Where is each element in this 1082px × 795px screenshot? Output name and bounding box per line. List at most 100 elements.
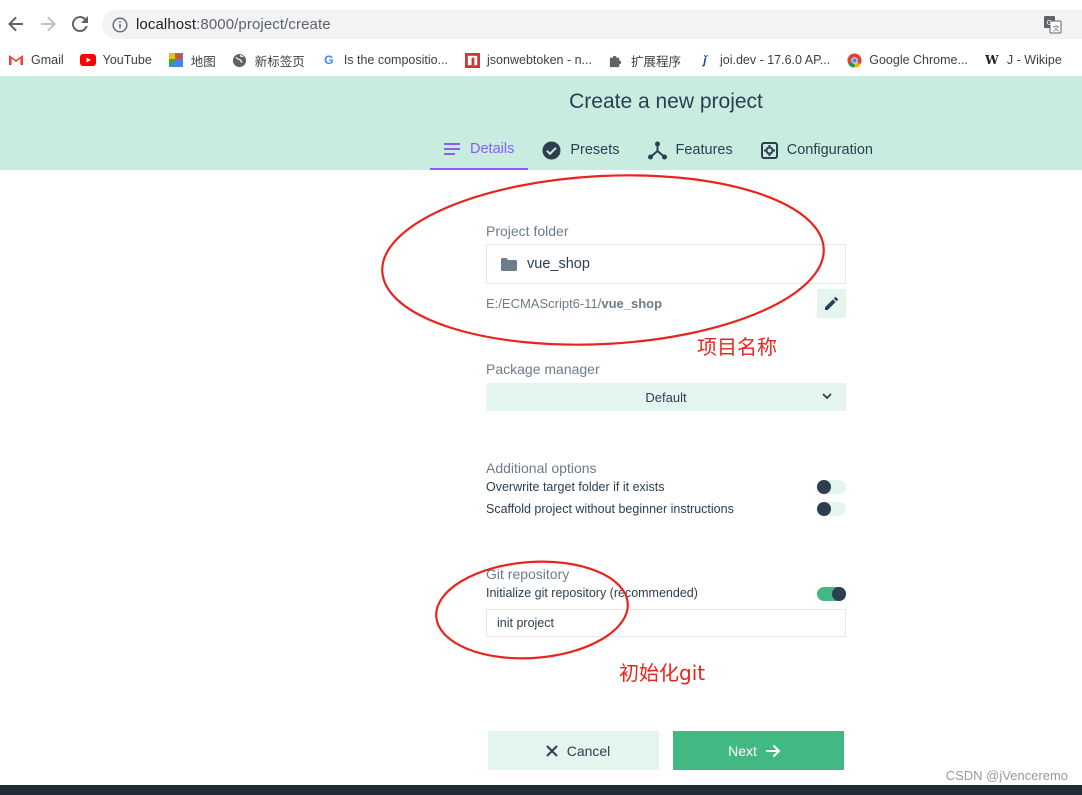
toggle-knob bbox=[817, 480, 831, 494]
git-repository-label: Git repository bbox=[486, 566, 570, 582]
chevron-down-icon bbox=[822, 393, 832, 400]
folder-annotation-text: 项目名称 bbox=[697, 335, 777, 359]
youtube-icon bbox=[79, 52, 96, 68]
bookmark-label: jsonwebtoken - n... bbox=[487, 53, 592, 67]
google-icon: G bbox=[324, 53, 334, 67]
option-git-init: Initialize git repository (recommended) bbox=[486, 584, 846, 604]
git-init-label: Initialize git repository (recommended) bbox=[486, 586, 698, 600]
bookmark-jsonwebtoken[interactable]: jsonwebtoken - n... bbox=[464, 52, 592, 68]
additional-options-label: Additional options bbox=[486, 460, 597, 476]
globe-icon bbox=[232, 52, 248, 68]
translate-icon[interactable]: G文 bbox=[1043, 15, 1062, 34]
toggle-knob bbox=[817, 502, 831, 516]
next-button[interactable]: Next bbox=[673, 731, 844, 770]
watermark: CSDN @jVenceremo bbox=[945, 768, 1068, 783]
bookmark-extensions[interactable]: 扩展程序 bbox=[608, 51, 681, 70]
bookmark-chrome[interactable]: Google Chrome... bbox=[846, 52, 968, 68]
project-path: E:/ECMAScript6-11/vue_shop bbox=[486, 296, 662, 311]
bookmark-label: J - Wikipe bbox=[1006, 53, 1062, 67]
bookmark-label: joi.dev - 17.6.0 AP... bbox=[719, 53, 831, 67]
npm-icon bbox=[464, 52, 480, 68]
tab-label: Presets bbox=[570, 142, 620, 158]
reload-button[interactable] bbox=[69, 13, 91, 35]
url-path: :8000/project/create bbox=[196, 16, 331, 33]
project-folder-input[interactable]: vue_shop bbox=[486, 244, 846, 284]
bookmark-wikipedia[interactable]: W J - Wikipe bbox=[984, 52, 1062, 68]
arrow-right-icon bbox=[41, 16, 56, 32]
url-text: localhost:8000/project/create bbox=[136, 16, 331, 33]
commit-message-input[interactable]: init project bbox=[486, 609, 846, 637]
maps-icon bbox=[168, 52, 184, 68]
option-overwrite: Overwrite target folder if it exists bbox=[486, 478, 846, 498]
edit-path-button[interactable] bbox=[817, 289, 846, 318]
page-title: Create a new project bbox=[569, 90, 763, 113]
commit-message-value: init project bbox=[497, 616, 554, 630]
bookmarks-bar: Gmail YouTube 地图 新标签页 G Is the compositi… bbox=[0, 46, 1082, 74]
svg-text:G: G bbox=[1047, 19, 1052, 27]
git-init-toggle[interactable] bbox=[817, 587, 846, 601]
git-annotation-text: 初始化git bbox=[619, 661, 706, 685]
os-taskbar bbox=[0, 785, 1082, 795]
path-name: vue_shop bbox=[601, 296, 663, 311]
bookmark-joi[interactable]: ǰ joi.dev - 17.6.0 AP... bbox=[697, 52, 830, 68]
info-icon bbox=[112, 16, 128, 33]
tab-presets[interactable]: Presets bbox=[528, 130, 633, 170]
svg-text:文: 文 bbox=[1053, 24, 1060, 33]
back-button[interactable] bbox=[5, 13, 27, 35]
bookmark-youtube[interactable]: YouTube bbox=[79, 52, 152, 68]
joi-icon: ǰ bbox=[703, 53, 707, 67]
tab-configuration[interactable]: Configuration bbox=[747, 130, 887, 170]
forward-button[interactable] bbox=[37, 13, 59, 35]
cancel-button[interactable]: Cancel bbox=[488, 731, 659, 770]
bookmark-composition[interactable]: G Is the compositio... bbox=[321, 52, 448, 68]
bookmark-label: Is the compositio... bbox=[343, 53, 449, 67]
url-host: localhost bbox=[136, 16, 197, 33]
tab-features[interactable]: Features bbox=[634, 130, 747, 170]
address-bar[interactable]: localhost:8000/project/create G文 bbox=[102, 10, 1082, 39]
package-manager-value: Default bbox=[645, 389, 687, 405]
bookmark-label: 地图 bbox=[190, 54, 216, 69]
overwrite-toggle[interactable] bbox=[817, 480, 846, 494]
reload-icon bbox=[71, 16, 88, 33]
page-header: Create a new project Details Presets Fea… bbox=[0, 76, 1082, 170]
option-overwrite-label: Overwrite target folder if it exists bbox=[486, 480, 665, 494]
bookmark-label: 新标签页 bbox=[254, 54, 305, 69]
folder-icon bbox=[501, 257, 517, 271]
chrome-icon bbox=[846, 52, 862, 68]
puzzle-icon bbox=[608, 52, 624, 68]
bookmark-gmail[interactable]: Gmail bbox=[8, 52, 64, 68]
arrow-left-icon bbox=[8, 16, 23, 32]
next-label: Next bbox=[728, 742, 757, 759]
scaffold-toggle[interactable] bbox=[817, 502, 846, 516]
list-icon bbox=[444, 143, 460, 155]
toggle-knob bbox=[832, 587, 846, 601]
option-scaffold-label: Scaffold project without beginner instru… bbox=[486, 502, 734, 516]
package-manager-label: Package manager bbox=[486, 361, 600, 377]
package-manager-select[interactable]: Default bbox=[486, 383, 846, 411]
bookmark-label: Gmail bbox=[31, 53, 64, 67]
cancel-label: Cancel bbox=[566, 742, 611, 759]
path-prefix: E:/ECMAScript6-11/ bbox=[486, 296, 602, 311]
bookmark-new-tab[interactable]: 新标签页 bbox=[232, 51, 305, 70]
tab-label: Configuration bbox=[786, 142, 873, 158]
browser-toolbar: localhost:8000/project/create G文 bbox=[0, 0, 1082, 46]
project-folder-value: vue_shop bbox=[527, 256, 590, 272]
tab-label: Details bbox=[470, 141, 515, 157]
fork-icon bbox=[647, 141, 667, 159]
arrow-right-icon bbox=[765, 744, 781, 757]
bookmark-label: Google Chrome... bbox=[869, 53, 968, 67]
gmail-icon bbox=[8, 52, 24, 68]
wikipedia-icon: W bbox=[985, 53, 999, 67]
close-icon bbox=[545, 744, 558, 757]
option-scaffold: Scaffold project without beginner instru… bbox=[486, 500, 846, 520]
step-tabs: Details Presets Features Configuration bbox=[430, 130, 887, 170]
settings-icon bbox=[760, 141, 778, 159]
check-circle-icon bbox=[542, 141, 561, 159]
tab-label: Features bbox=[675, 142, 733, 158]
pencil-icon bbox=[825, 297, 838, 310]
bookmark-label: 扩展程序 bbox=[630, 54, 681, 69]
tab-details[interactable]: Details bbox=[430, 130, 529, 170]
bookmark-maps[interactable]: 地图 bbox=[168, 51, 216, 70]
project-folder-label: Project folder bbox=[486, 223, 569, 239]
bookmark-label: YouTube bbox=[102, 53, 152, 67]
